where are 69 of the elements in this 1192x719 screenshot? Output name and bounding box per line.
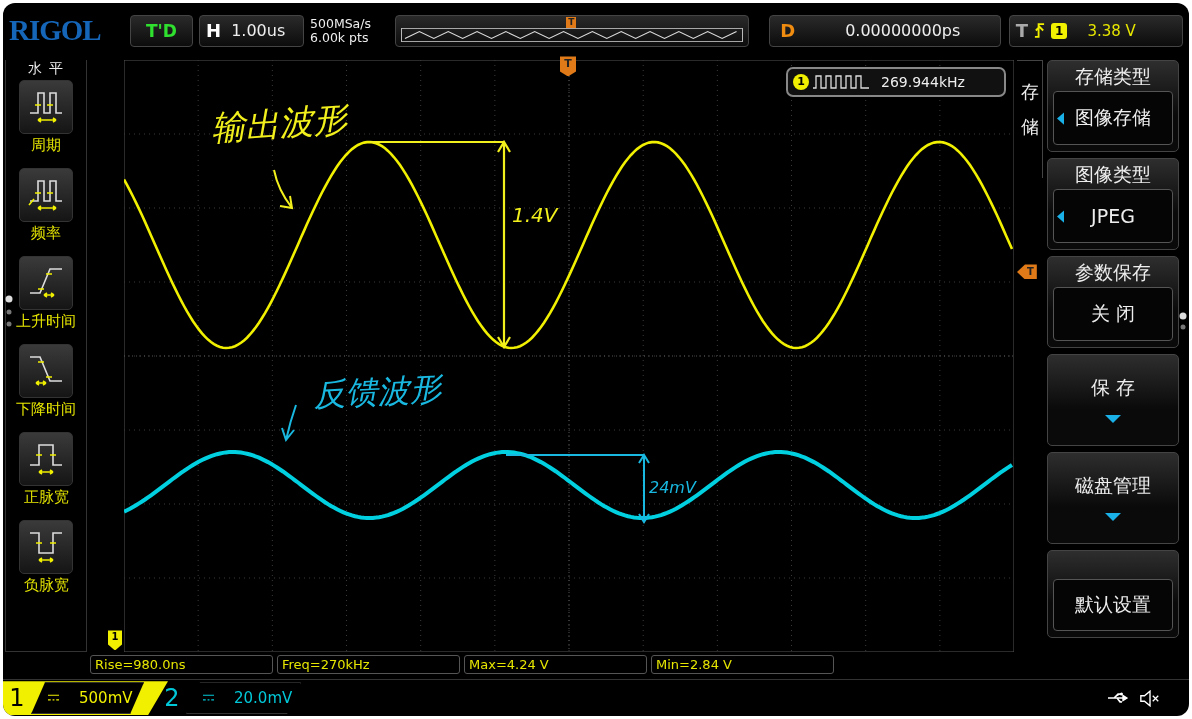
channel-badge: 1 bbox=[793, 74, 809, 91]
memory-depth: 6.00k pts bbox=[310, 30, 369, 45]
ground-marker: 1 bbox=[108, 630, 122, 651]
option-value[interactable]: 图像存储 bbox=[1053, 91, 1173, 146]
channel-scale: 500mV bbox=[79, 689, 133, 708]
mute-icon bbox=[1139, 689, 1161, 707]
option-value[interactable]: 默认设置 bbox=[1053, 579, 1173, 632]
sample-rate: 500MSa/s bbox=[310, 16, 372, 31]
horizontal-scale[interactable]: H 1.00us bbox=[199, 14, 305, 47]
measure-label: 周期 bbox=[31, 136, 61, 156]
panel-title: 水 平 bbox=[28, 60, 64, 79]
trigger-label: T bbox=[1015, 20, 1029, 42]
measurement-readout: Min=2.84 V bbox=[651, 655, 834, 675]
dc-coupling-icon bbox=[48, 694, 59, 703]
counter-value: 269.944kHz bbox=[881, 74, 965, 91]
measure-label: 下降时间 bbox=[16, 400, 76, 420]
dc-coupling-icon bbox=[203, 694, 214, 703]
option-value[interactable]: 关 闭 bbox=[1053, 287, 1173, 342]
left-triangle-icon bbox=[1057, 210, 1064, 224]
measure-button[interactable] bbox=[19, 520, 73, 575]
pointer-arrow bbox=[281, 404, 297, 442]
softkey-button[interactable]: 保 存 bbox=[1047, 354, 1179, 447]
handwritten-note: 1.4V bbox=[512, 203, 558, 228]
measure-button[interactable] bbox=[19, 80, 73, 135]
rising-edge-icon bbox=[1034, 22, 1046, 40]
trigger-readout[interactable]: T 1 3.38 V bbox=[1008, 14, 1183, 47]
measure-button[interactable] bbox=[19, 256, 73, 311]
measure-label: 频率 bbox=[31, 224, 61, 244]
measurement-readout: Rise=980.0ns bbox=[90, 655, 273, 675]
horizontal-value: 1.00us bbox=[231, 21, 286, 41]
channel-scale: 20.0mV bbox=[234, 689, 293, 708]
softkey-label: 参数保存 bbox=[1075, 260, 1151, 285]
delay-readout[interactable]: D 0.00000000ps bbox=[769, 14, 1001, 47]
measurement-readout: Max=4.24 V bbox=[464, 655, 647, 675]
trigger-level-marker: T bbox=[1017, 264, 1037, 280]
measure-button[interactable] bbox=[19, 344, 73, 399]
trigger-position-marker: T bbox=[560, 56, 576, 77]
left-triangle-icon bbox=[1057, 112, 1064, 126]
handwritten-note: 输出波形 bbox=[209, 99, 349, 149]
page-indicator-icon bbox=[1179, 312, 1187, 332]
measure-label: 负脉宽 bbox=[23, 576, 69, 596]
pointer-arrow bbox=[273, 169, 293, 210]
delay-value: 0.00000000ps bbox=[845, 21, 961, 41]
measure-label: 正脉宽 bbox=[23, 488, 69, 508]
zigzag-wave-icon bbox=[401, 27, 744, 42]
caret-icon bbox=[1105, 512, 1121, 521]
option-value[interactable]: JPEG bbox=[1053, 189, 1173, 244]
trigger-level: 3.38 V bbox=[1087, 21, 1136, 40]
brand-logo: RIGOL bbox=[9, 14, 102, 48]
pulse-train-icon bbox=[813, 75, 869, 90]
trigger-position-marker: T bbox=[566, 16, 577, 28]
measure-button[interactable] bbox=[19, 432, 73, 487]
measure-label: 上升时间 bbox=[16, 312, 76, 332]
softkey-label: 图像类型 bbox=[1075, 162, 1151, 187]
trigger-source: 1 bbox=[1051, 22, 1068, 39]
menu-title: 存储 bbox=[1020, 80, 1039, 139]
measurement-readout: Freq=270kHz bbox=[277, 655, 460, 675]
handwritten-note: 24mV bbox=[649, 478, 696, 498]
handwritten-note: 反馈波形 bbox=[312, 369, 443, 415]
measure-button[interactable] bbox=[19, 168, 73, 223]
delay-label: D bbox=[780, 20, 796, 42]
caret-icon bbox=[1105, 414, 1121, 423]
softkey-label: 存储类型 bbox=[1075, 64, 1151, 89]
page-indicator-icon bbox=[5, 295, 13, 329]
channel-number: 1 bbox=[8, 684, 26, 713]
run-status: T'D bbox=[129, 14, 194, 47]
softkey-button[interactable]: 磁盘管理 bbox=[1047, 452, 1179, 545]
horizontal-label: H bbox=[206, 20, 222, 42]
usb-icon bbox=[1107, 692, 1131, 705]
